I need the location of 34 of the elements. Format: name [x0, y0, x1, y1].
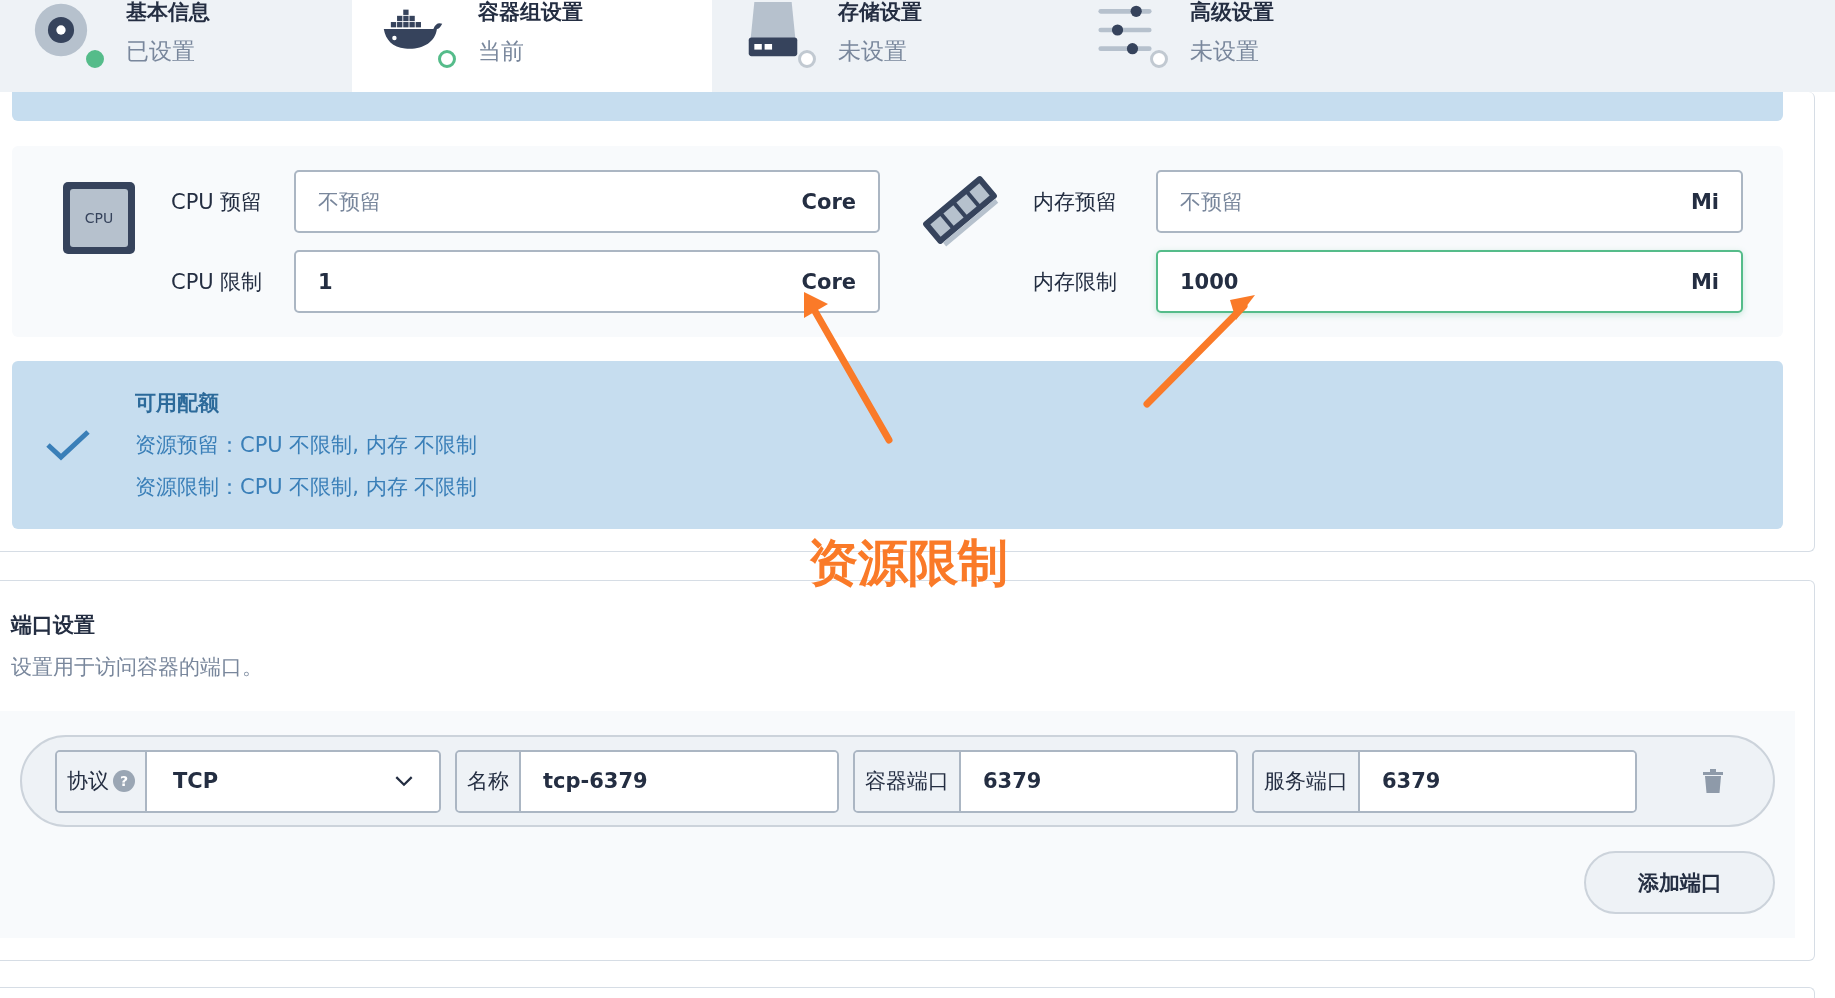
- unit-label: Core: [801, 269, 856, 294]
- field-label: 内存预留: [1033, 188, 1118, 216]
- quota-line: 资源预留：CPU 不限制, 内存 不限制: [135, 432, 478, 459]
- step-tab[interactable]: 容器组设置 当前: [352, 0, 712, 92]
- field-label: 内存限制: [1033, 268, 1118, 296]
- unit-label: Mi: [1690, 269, 1719, 294]
- annotation-text: 资源限制: [808, 533, 1008, 593]
- unit-label: Core: [801, 189, 856, 214]
- section-description: 设置用于访问容器的端口。: [11, 654, 264, 681]
- input-field[interactable]: 不预留 Mi: [1156, 170, 1743, 233]
- quota-title: 可用配额: [135, 390, 220, 417]
- step-title: 高级设置: [1190, 0, 1274, 24]
- quota-line: 资源限制：CPU 不限制, 内存 不限制: [135, 474, 478, 501]
- step-status: 当前: [478, 37, 525, 66]
- input-field[interactable]: 1 Core: [294, 250, 880, 313]
- field-label: CPU 预留: [171, 188, 264, 216]
- step-tab[interactable]: 高级设置 未设置: [1064, 0, 1416, 92]
- step-title: 容器组设置: [478, 0, 583, 24]
- trash-icon[interactable]: [1703, 769, 1723, 793]
- input-field[interactable]: 1000 Mi: [1156, 250, 1743, 313]
- add-port-button[interactable]: 添加端口: [1584, 851, 1775, 914]
- field-label: CPU 限制: [171, 268, 264, 296]
- step-status: 已设置: [126, 37, 196, 66]
- step-title: 基本信息: [126, 0, 210, 24]
- unit-label: Mi: [1690, 189, 1719, 214]
- step-status: 未设置: [1190, 37, 1260, 66]
- step-tab[interactable]: 基本信息 已设置: [0, 0, 352, 92]
- check-icon: [45, 429, 91, 461]
- step-tab[interactable]: 存储设置 未设置: [712, 0, 1064, 92]
- step-status: 未设置: [838, 37, 908, 66]
- section-title: 端口设置: [11, 612, 96, 639]
- input-field[interactable]: 不预留 Core: [294, 170, 880, 233]
- step-title: 存储设置: [838, 0, 922, 24]
- cpu-icon: CPU: [63, 182, 135, 254]
